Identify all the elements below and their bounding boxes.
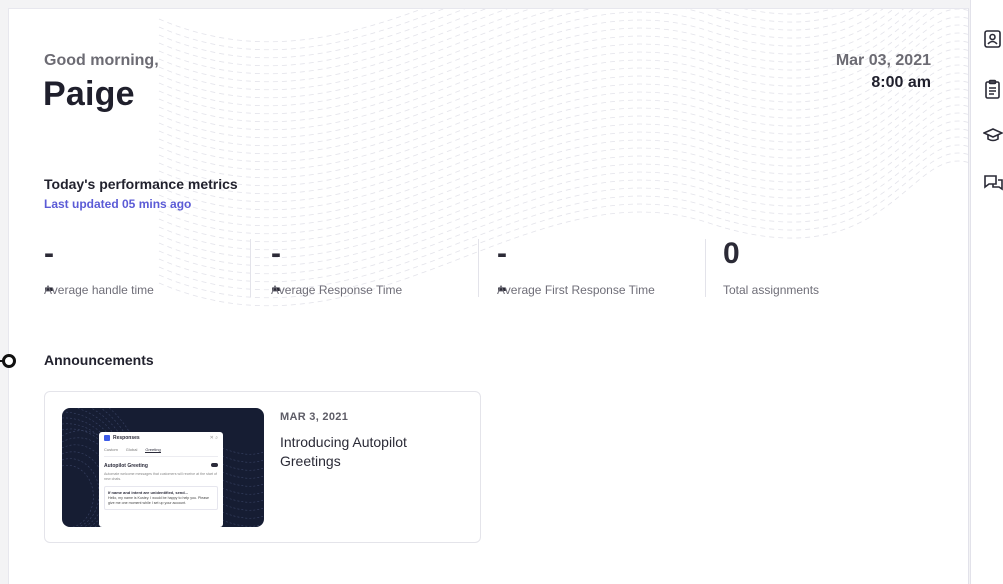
thumbnail-message: If name and intent are unidentified, sen… bbox=[104, 486, 218, 510]
thumbnail-tab-active: Greeting bbox=[145, 447, 161, 453]
close-icon: ✕ ⌕ bbox=[209, 435, 218, 441]
home-dashboard: Good morning, Paige Mar 03, 2021 8:00 am… bbox=[8, 8, 969, 584]
greeting-text: Good morning, bbox=[44, 52, 159, 69]
clipboard-icon[interactable] bbox=[983, 79, 1003, 99]
metric-label: Total assignments bbox=[723, 283, 820, 297]
right-rail bbox=[970, 0, 1003, 584]
thumbnail-tab: Global bbox=[125, 447, 138, 452]
thumbnail-section-title: Autopilot Greeting bbox=[104, 463, 148, 469]
thumbnail-message-body: Hello, my name is Kustey. I would be hap… bbox=[108, 496, 210, 506]
announcement-headline[interactable]: Introducing Autopilot Greetings bbox=[280, 433, 460, 471]
thumbnail-panel-title: Responses bbox=[113, 435, 140, 441]
user-name-heading: Paige bbox=[43, 75, 135, 113]
metric-divider bbox=[478, 239, 479, 297]
thumbnail-message-title: If name and intent are unidentified, sen… bbox=[108, 490, 189, 496]
metric-divider bbox=[250, 239, 251, 297]
metric-label: Average Response Time bbox=[271, 283, 403, 297]
toggle-icon bbox=[211, 463, 218, 467]
metric-label: Average First Response Time bbox=[497, 283, 655, 297]
announcement-card[interactable]: Responses ✕ ⌕ Custom Global Greeting Aut… bbox=[44, 391, 481, 543]
last-updated-text: Last updated 05 mins ago bbox=[44, 197, 192, 211]
thumbnail-panel-header: Responses ✕ ⌕ bbox=[104, 435, 218, 441]
thumbnail-tabs: Custom Global Greeting bbox=[104, 447, 218, 457]
thumbnail-tab: Custom bbox=[104, 447, 118, 452]
side-marker-dot bbox=[2, 354, 16, 368]
chat-bubbles-icon[interactable] bbox=[983, 173, 1003, 193]
current-time: 8:00 am bbox=[871, 74, 931, 91]
thumbnail-section-header: Autopilot Greeting bbox=[104, 463, 218, 469]
metric-value: 0 bbox=[723, 237, 742, 270]
graduation-cap-icon[interactable] bbox=[982, 125, 1003, 145]
thumbnail-description: Automate welcome messages that customers… bbox=[104, 472, 218, 481]
contact-card-icon[interactable] bbox=[983, 29, 1003, 49]
app-logo-icon bbox=[104, 435, 110, 441]
current-date: Mar 03, 2021 bbox=[835, 52, 931, 69]
announcements-title: Announcements bbox=[44, 352, 154, 368]
thumbnail-panel: Responses ✕ ⌕ Custom Global Greeting Aut… bbox=[99, 432, 223, 527]
performance-metrics-title: Today's performance metrics bbox=[44, 176, 238, 192]
announcement-thumbnail: Responses ✕ ⌕ Custom Global Greeting Aut… bbox=[62, 408, 264, 527]
metrics-row: -- Average handle time -- Average Respon… bbox=[44, 237, 924, 304]
metric-label: Average handle time bbox=[44, 283, 154, 297]
metric-divider bbox=[705, 239, 706, 297]
announcement-date: MAR 3, 2021 bbox=[280, 411, 349, 423]
